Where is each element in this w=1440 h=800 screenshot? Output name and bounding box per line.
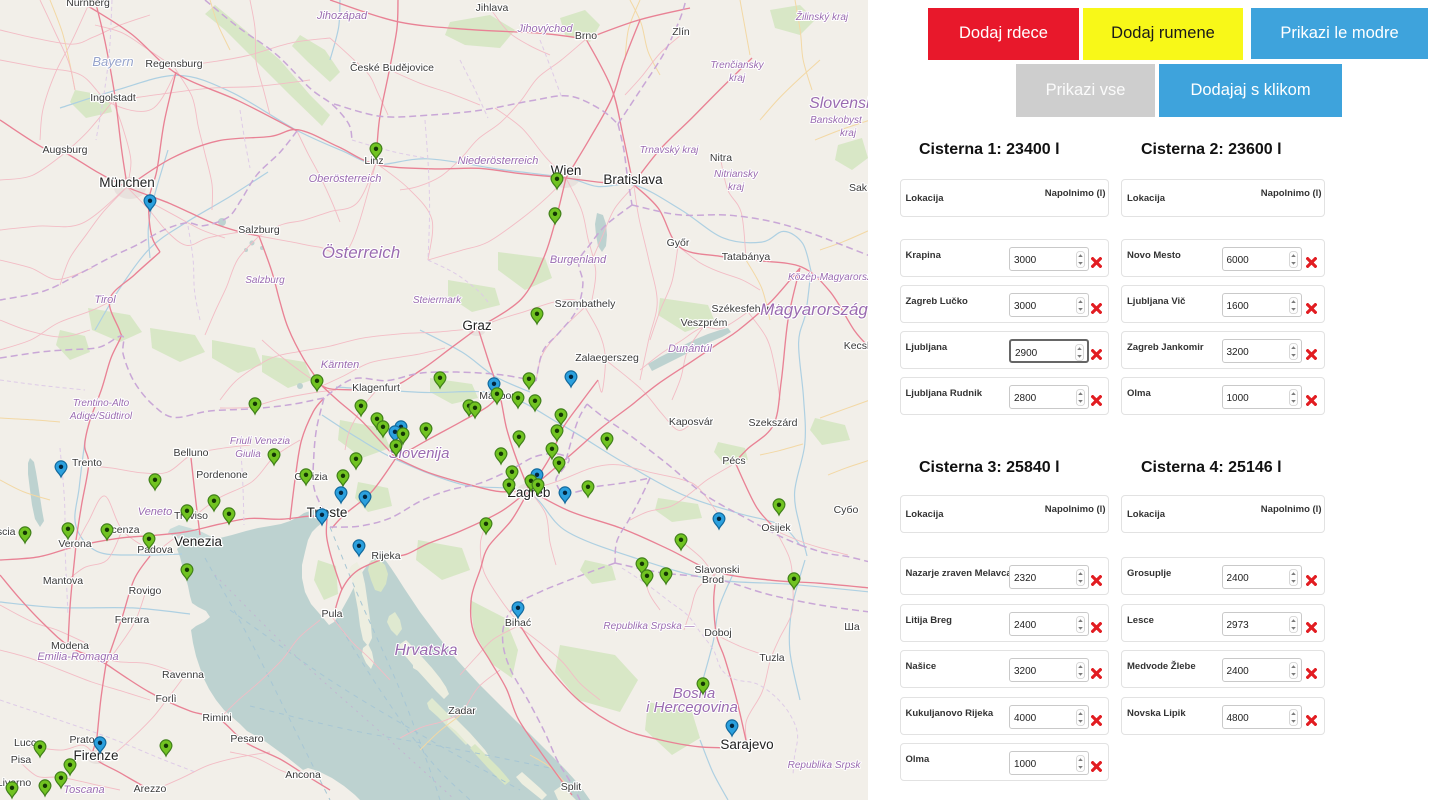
svg-text:Ferrara: Ferrara (115, 614, 150, 626)
svg-text:Osijek: Osijek (761, 522, 791, 534)
svg-text:Verona: Verona (58, 538, 91, 550)
svg-text:Субо: Субо (834, 504, 859, 516)
svg-text:Doboj: Doboj (704, 627, 731, 639)
svg-text:München: München (99, 175, 155, 190)
svg-text:Augsburg: Augsburg (43, 144, 88, 156)
svg-text:Trnavský kraj: Trnavský kraj (640, 145, 699, 156)
svg-text:Ingolstadt: Ingolstadt (90, 92, 136, 104)
svg-text:Ravenna: Ravenna (162, 669, 204, 681)
svg-text:Rovigo: Rovigo (129, 585, 162, 597)
svg-text:Forlì: Forlì (156, 693, 177, 705)
svg-text:Pécs: Pécs (722, 455, 745, 467)
svg-text:Republika Srpsk: Republika Srpsk (788, 760, 862, 771)
svg-text:Giulia: Giulia (235, 449, 261, 460)
svg-text:Bratislava: Bratislava (603, 172, 663, 187)
svg-text:kraj: kraj (728, 182, 745, 193)
svg-text:Hrvatska: Hrvatska (394, 642, 457, 659)
svg-text:Rijeka: Rijeka (371, 550, 400, 562)
svg-text:Mantova: Mantova (43, 575, 83, 587)
svg-text:Arezzo: Arezzo (134, 783, 167, 795)
svg-text:Pula: Pula (321, 608, 342, 620)
svg-text:Nitra: Nitra (710, 152, 732, 164)
svg-text:Österreich: Österreich (322, 243, 400, 262)
svg-text:Trentino-Alto: Trentino-Alto (73, 398, 130, 409)
svg-text:Kaposvár: Kaposvár (669, 416, 714, 428)
svg-text:Veneto: Veneto (138, 506, 172, 518)
svg-text:Pordenone: Pordenone (196, 469, 248, 481)
svg-text:České Budějovice: České Budějovice (350, 61, 434, 74)
svg-text:Nitriansky: Nitriansky (714, 169, 759, 180)
svg-text:kraj: kraj (840, 128, 857, 139)
svg-text:Salzburg: Salzburg (245, 275, 285, 286)
svg-text:Žilinský kraj: Žilinský kraj (795, 10, 849, 23)
svg-text:Graz: Graz (462, 318, 492, 333)
svg-text:Adige/Südtirol: Adige/Südtirol (69, 411, 133, 422)
svg-text:Veszprém: Veszprém (681, 317, 728, 329)
svg-text:i Hercegovina: i Hercegovina (646, 699, 738, 716)
svg-text:Tuzla: Tuzla (759, 652, 784, 664)
svg-text:Burgenland: Burgenland (550, 254, 607, 266)
svg-text:Kärnten: Kärnten (321, 359, 360, 371)
svg-text:Brod: Brod (702, 574, 724, 586)
svg-text:Salzburg: Salzburg (238, 224, 280, 236)
svg-text:Trenčiansky: Trenčiansky (710, 60, 764, 71)
svg-text:Nürnberg: Nürnberg (66, 0, 110, 9)
svg-text:Republika Srpska —: Republika Srpska — (603, 621, 695, 632)
svg-text:Prato: Prato (69, 734, 94, 746)
svg-text:Szekszárd: Szekszárd (748, 417, 797, 429)
svg-text:Tirol: Tirol (94, 294, 116, 306)
svg-text:Ancona: Ancona (285, 769, 321, 781)
svg-text:Firenze: Firenze (73, 748, 118, 763)
svg-text:Slovensko: Slovensko (809, 95, 868, 112)
svg-text:Friuli Venezia: Friuli Venezia (230, 436, 291, 447)
svg-text:Szombathely: Szombathely (555, 298, 616, 310)
svg-text:Brescia: Brescia (0, 526, 16, 538)
svg-text:Trento: Trento (72, 457, 102, 469)
svg-text:Dunántúl: Dunántúl (668, 343, 713, 355)
svg-text:Padova: Padova (137, 544, 173, 556)
svg-text:Venezia: Venezia (174, 534, 223, 549)
svg-text:Sarajevo: Sarajevo (720, 737, 773, 752)
svg-text:Toscana: Toscana (63, 784, 104, 796)
svg-text:Pisa: Pisa (11, 754, 32, 766)
svg-text:Jihovýchod: Jihovýchod (516, 23, 573, 35)
svg-text:Steiermark: Steiermark (413, 295, 462, 306)
svg-text:Jihozápad: Jihozápad (316, 10, 368, 22)
svg-text:Ша: Ша (844, 621, 860, 633)
svg-text:Niederösterreich: Niederösterreich (458, 155, 539, 167)
svg-text:Oberösterreich: Oberösterreich (309, 173, 382, 185)
svg-text:Belluno: Belluno (173, 447, 208, 459)
svg-text:Banskobyst: Banskobyst (810, 115, 863, 126)
svg-text:Tatabánya: Tatabánya (722, 251, 771, 263)
svg-text:Split: Split (561, 781, 582, 793)
svg-text:Zalaegerszeg: Zalaegerszeg (575, 352, 639, 364)
svg-text:Zadar: Zadar (448, 705, 476, 717)
svg-text:Jihlava: Jihlava (476, 2, 509, 14)
svg-text:Emilia-Romagna: Emilia-Romagna (37, 651, 118, 663)
svg-text:Pesaro: Pesaro (230, 733, 263, 745)
svg-text:Brno: Brno (575, 30, 597, 42)
svg-text:Közép-Magyarorsz: Közép-Magyarorsz (788, 272, 868, 283)
svg-text:Zlín: Zlín (672, 26, 690, 38)
svg-text:Bayern: Bayern (92, 54, 133, 69)
svg-text:kraj: kraj (729, 73, 746, 84)
svg-text:Sak: Sak (849, 182, 868, 194)
svg-text:Klagenfurt: Klagenfurt (352, 382, 400, 394)
svg-text:Rimini: Rimini (202, 712, 231, 724)
svg-text:Regensburg: Regensburg (145, 58, 202, 70)
svg-text:Magyarország: Magyarország (760, 300, 868, 319)
svg-text:Kecsk: Kecsk (844, 340, 868, 352)
svg-text:Győr: Győr (667, 237, 690, 249)
